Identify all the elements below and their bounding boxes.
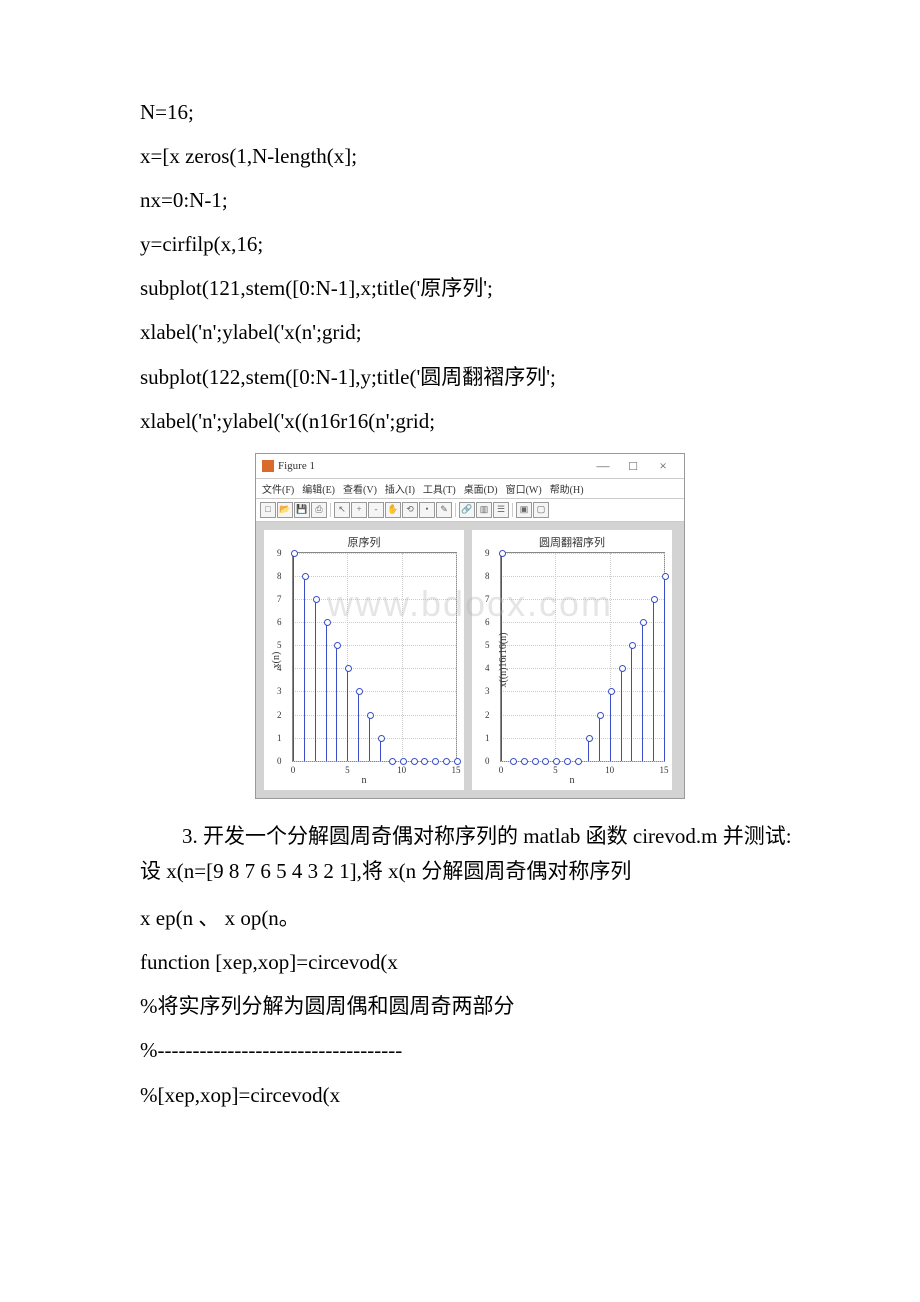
code-line: x=[x zeros(1,N-length(x];: [140, 134, 800, 178]
menu-window[interactable]: 窗口(W): [506, 481, 542, 496]
matlab-figure-screenshot: Figure 1 — □ × 文件(F) 编辑(E) 查看(V) 插入(I) 工…: [255, 453, 685, 799]
link-icon[interactable]: 🔗: [459, 502, 475, 518]
separator-icon: [330, 503, 331, 517]
figure-toolbar: □ 📂 💾 ⎙ ↖ + - ✋ ⟲ • ✎ 🔗 ▥ ☰ ▣ ▢: [256, 499, 684, 522]
y-axis-label: x((n)16r16(n): [498, 632, 509, 687]
pan-icon[interactable]: ✋: [385, 502, 401, 518]
code-line: xlabel('n';ylabel('x((n16r16(n';grid;: [140, 399, 800, 443]
menu-desktop[interactable]: 桌面(D): [464, 481, 498, 496]
brush-icon[interactable]: ✎: [436, 502, 452, 518]
menu-edit[interactable]: 编辑(E): [302, 481, 335, 496]
datatip-icon[interactable]: •: [419, 502, 435, 518]
plot-title: 原序列: [264, 530, 464, 552]
code-line: %将实序列分解为圆周偶和圆周奇两部分: [140, 984, 800, 1028]
code-line: y=cirfilp(x,16;: [140, 222, 800, 266]
code-line: N=16;: [140, 90, 800, 134]
code-line: xlabel('n';ylabel('x(n';grid;: [140, 310, 800, 354]
menu-help[interactable]: 帮助(H): [550, 481, 584, 496]
dock-icon[interactable]: ▣: [516, 502, 532, 518]
new-icon[interactable]: □: [260, 502, 276, 518]
code-line: function [xep,xop]=circevod(x: [140, 940, 800, 984]
figure-title: Figure 1: [278, 460, 588, 472]
maximize-icon[interactable]: □: [618, 458, 648, 474]
menu-view[interactable]: 查看(V): [343, 481, 377, 496]
question-3-prompt: 3. 开发一个分解圆周奇偶对称序列的 matlab 函数 cirevod.m 并…: [140, 819, 800, 890]
figure-window: Figure 1 — □ × 文件(F) 编辑(E) 查看(V) 插入(I) 工…: [255, 453, 685, 799]
code-line: nx=0:N-1;: [140, 178, 800, 222]
separator-icon: [455, 503, 456, 517]
matlab-icon: [262, 460, 274, 472]
pointer-icon[interactable]: ↖: [334, 502, 350, 518]
rotate-icon[interactable]: ⟲: [402, 502, 418, 518]
legend-icon[interactable]: ☰: [493, 502, 509, 518]
menu-insert[interactable]: 插入(I): [385, 481, 415, 496]
colorbar-icon[interactable]: ▥: [476, 502, 492, 518]
menu-file[interactable]: 文件(F): [262, 481, 294, 496]
menu-tools[interactable]: 工具(T): [423, 481, 456, 496]
figure-menubar: 文件(F) 编辑(E) 查看(V) 插入(I) 工具(T) 桌面(D) 窗口(W…: [256, 479, 684, 499]
open-icon[interactable]: 📂: [277, 502, 293, 518]
code-line: x ep(n 、 x op(n。: [140, 896, 800, 940]
save-icon[interactable]: 💾: [294, 502, 310, 518]
x-axis-label: n: [362, 775, 367, 786]
question-3-code: x ep(n 、 x op(n。 function [xep,xop]=circ…: [140, 896, 800, 1116]
code-line: %[xep,xop]=circevod(x: [140, 1073, 800, 1117]
close-icon[interactable]: ×: [648, 458, 678, 474]
figure-body: 原序列 0123456789051015 n x(n) 圆周翻褶序列 01234…: [256, 522, 684, 798]
zoom-out-icon[interactable]: -: [368, 502, 384, 518]
y-axis-label: x(n): [271, 651, 282, 668]
code-line: subplot(122,stem([0:N-1],y;title('圆周翻褶序列…: [140, 355, 800, 399]
document-page: N=16; x=[x zeros(1,N-length(x]; nx=0:N-1…: [0, 0, 920, 1177]
zoom-in-icon[interactable]: +: [351, 502, 367, 518]
plot-title: 圆周翻褶序列: [472, 530, 672, 552]
plot-area: 0123456789051015: [292, 552, 457, 762]
code-line: %-----------------------------------: [140, 1028, 800, 1072]
figure-titlebar: Figure 1 — □ ×: [256, 454, 684, 479]
print-icon[interactable]: ⎙: [311, 502, 327, 518]
separator-icon: [512, 503, 513, 517]
code-line: subplot(121,stem([0:N-1],x;title('原序列';: [140, 266, 800, 310]
x-axis-label: n: [570, 775, 575, 786]
plot-area: 0123456789051015: [500, 552, 665, 762]
subplot-left: 原序列 0123456789051015 n x(n): [264, 530, 464, 790]
undock-icon[interactable]: ▢: [533, 502, 549, 518]
minimize-icon[interactable]: —: [588, 458, 618, 474]
subplot-right: 圆周翻褶序列 0123456789051015 n x((n)16r16(n): [472, 530, 672, 790]
